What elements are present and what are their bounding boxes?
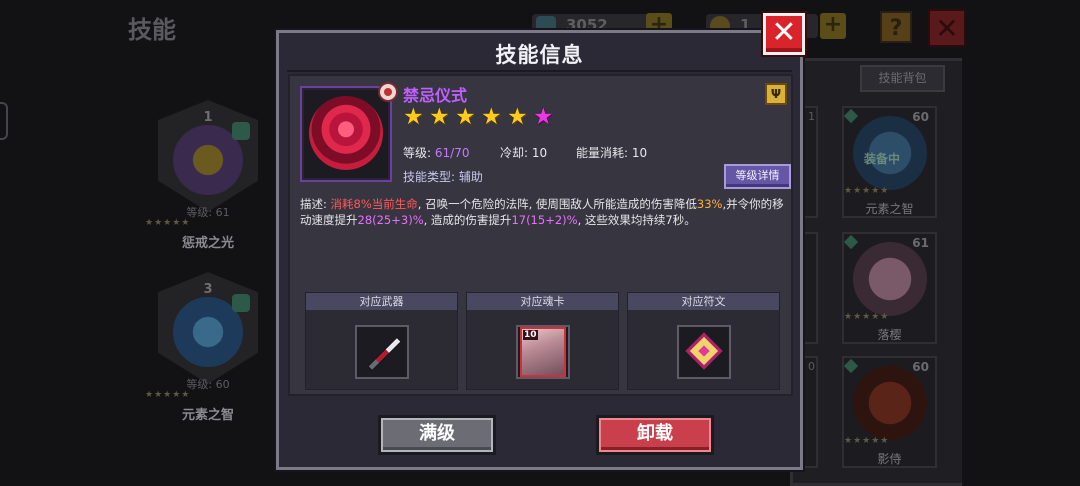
skill-type: 技能类型: 辅助	[403, 168, 483, 185]
skill-detail-panel: 禁忌仪式 Ψ ★ ★ ★ ★ ★ ★ 等级: 61/70 冷却: 10 能量消耗: 10 …	[288, 74, 793, 396]
gold-star-icon: ★	[403, 104, 424, 130]
pink-star-icon: ★	[533, 104, 554, 130]
element-badge-icon	[378, 82, 398, 102]
desc-speed-bonus: 28(25+3)%	[357, 212, 424, 227]
card-level: 60	[912, 360, 929, 374]
star-rating: ★ ★ ★ ★ ★ ★	[403, 106, 556, 129]
soul-card-icon: 10	[520, 327, 566, 377]
related-soulcard-box: 对应魂卡 10	[466, 292, 619, 390]
slot-number: 3	[203, 282, 213, 297]
skill-card-partial[interactable]: 0	[804, 356, 818, 468]
gold-star-icon: ★	[455, 104, 476, 130]
card-name: 元素之智	[865, 202, 914, 216]
related-rune-header: 对应符文	[628, 293, 779, 310]
slot-stars: ★★★★★	[145, 218, 191, 228]
gold-star-icon: ★	[429, 104, 450, 130]
related-rune-box: 对应符文	[627, 292, 780, 390]
gem-badge-icon	[843, 108, 859, 124]
skill-card[interactable]: 60 ★★★★★ 影侍	[842, 356, 937, 468]
skill-card-partial[interactable]	[804, 232, 818, 344]
slot-number: 1	[203, 110, 213, 125]
related-soulcard-header: 对应魂卡	[467, 293, 618, 310]
gold-add-button[interactable]: +	[820, 13, 846, 39]
skill-card-partial[interactable]: 1	[804, 106, 818, 218]
gold-star-icon: ★	[507, 104, 528, 130]
skill-bag-button[interactable]: 技能背包	[860, 65, 945, 92]
screen-close-button[interactable]: ✕	[928, 9, 966, 47]
energy-cost-label: 能量消耗:	[576, 146, 629, 160]
skill-type-label: 技能类型:	[403, 170, 456, 184]
trident-icon[interactable]: Ψ	[765, 83, 787, 105]
level-stat: 等级: 61/70	[403, 144, 469, 161]
card-name: 落樱	[877, 328, 902, 342]
energy-cost-stat: 能量消耗: 10	[576, 144, 647, 161]
energy-cost-value: 10	[631, 146, 648, 160]
gold-star-icon: ★	[481, 104, 502, 130]
gem-badge-icon	[843, 358, 859, 374]
card-level: 0	[808, 360, 815, 373]
card-level: 61	[912, 236, 929, 250]
rune-icon	[685, 332, 723, 370]
desc-damage-bonus: 17(15+2)%	[511, 212, 578, 227]
skill-description: 描述: 消耗8%当前生命, 召唤一个危险的法阵, 使周围敌人所能造成的伤害降低3…	[300, 197, 790, 228]
card-level: 60	[912, 110, 929, 124]
slot-skill-name: 元素之智	[181, 408, 234, 423]
skill-icon	[300, 82, 398, 182]
equipped-skill-slot[interactable]: 1 等级: 61 ★★★★★ 惩戒之光	[145, 100, 271, 260]
cooldown-value: 10	[531, 146, 548, 160]
related-weapon-box: 对应武器	[305, 292, 458, 390]
screen-title: 技能	[128, 16, 176, 44]
skill-orb-icon	[853, 366, 927, 440]
related-weapon-slot[interactable]	[355, 325, 409, 379]
desc-text: , 这些效果均持续7秒。	[577, 212, 696, 227]
card-name: 影侍	[877, 452, 902, 466]
dialog-close-button[interactable]: ✕	[763, 13, 805, 55]
skill-card[interactable]: 61 ★★★★★ 落樱	[842, 232, 937, 344]
max-level-button[interactable]: 满级	[378, 415, 496, 455]
gem-badge-icon	[843, 234, 859, 250]
desc-prefix: 描述:	[300, 197, 331, 211]
skill-orb-icon	[853, 242, 927, 316]
level-value: 61/70	[434, 146, 470, 160]
desc-text: , 召唤一个危险的法阵, 使周围敌人所能造成的伤害降低	[417, 197, 697, 211]
card-level: 1	[808, 110, 815, 123]
help-button[interactable]: ?	[880, 11, 912, 43]
desc-cost: 消耗8%当前生命	[330, 197, 418, 211]
skill-info-dialog: 技能信息 禁忌仪式 Ψ ★ ★ ★ ★ ★ ★ 等级: 61/70 冷却: 10 能量消耗…	[276, 30, 803, 470]
skill-name: 禁忌仪式	[403, 86, 468, 105]
card-stars: ★★★★★	[844, 436, 890, 446]
equipped-tag: 装备中	[864, 152, 901, 166]
related-weapon-header: 对应武器	[306, 293, 457, 310]
card-stars: ★★★★★	[844, 186, 890, 196]
cooldown-label: 冷却:	[500, 146, 529, 160]
dialog-title: 技能信息	[495, 43, 584, 67]
slot-stars: ★★★★★	[145, 390, 191, 400]
related-soulcard-slot[interactable]: 10	[516, 325, 570, 379]
gem-badge-icon	[232, 122, 250, 140]
left-edge-tab[interactable]	[0, 102, 8, 140]
cooldown-stat: 冷却: 10	[500, 144, 547, 161]
skill-card[interactable]: 60 装备中 ★★★★★ 元素之智	[842, 106, 937, 218]
slot-skill-name: 惩戒之光	[181, 236, 234, 251]
gem-badge-icon	[232, 294, 250, 312]
desc-damage-reduction: 33%	[696, 197, 723, 211]
card-stars: ★★★★★	[844, 312, 890, 322]
desc-text: , 造成的伤害提升	[423, 212, 512, 227]
level-details-button[interactable]: 等级详情	[724, 164, 791, 189]
soul-card-number: 10	[523, 330, 538, 340]
unload-button[interactable]: 卸载	[596, 415, 714, 455]
equipped-skill-slot[interactable]: 3 等级: 60 ★★★★★ 元素之智	[145, 272, 271, 432]
level-label: 等级:	[403, 146, 432, 160]
sword-icon	[367, 336, 402, 372]
skill-type-value: 辅助	[458, 170, 483, 184]
related-rune-slot[interactable]	[677, 325, 731, 379]
title-divider	[287, 70, 792, 72]
forbidden-ritual-icon	[309, 96, 383, 170]
